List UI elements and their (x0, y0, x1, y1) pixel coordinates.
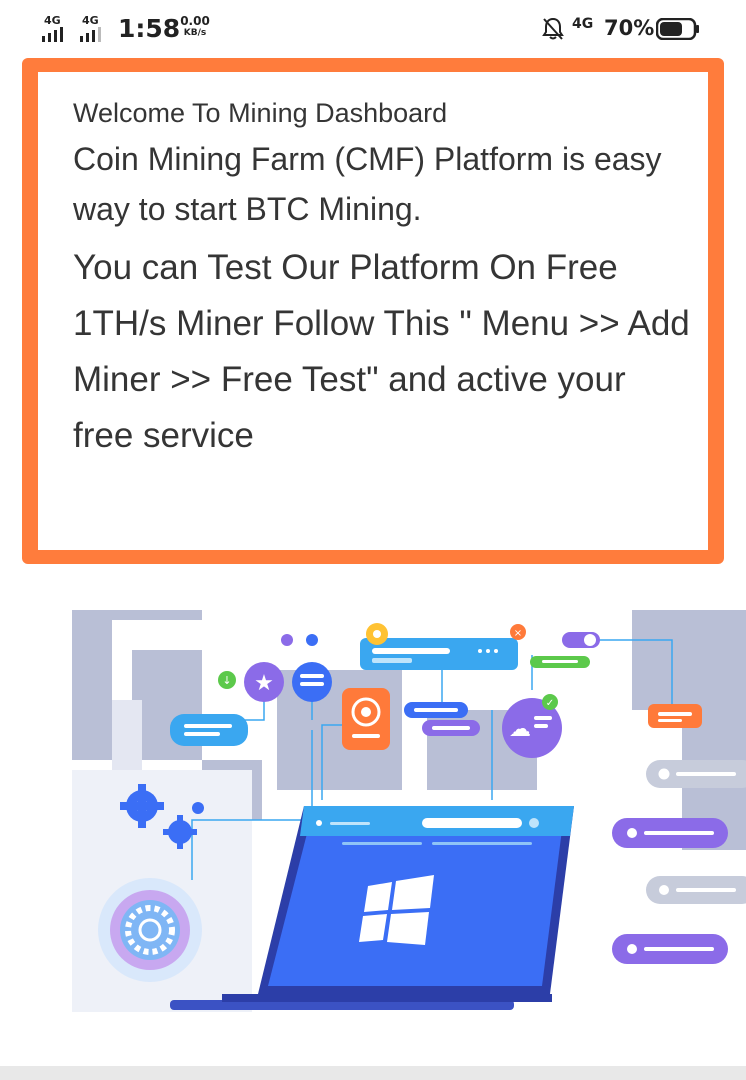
status-bar: 4G 4G 1:58 0.00 KB/s 4G 70% (0, 0, 746, 58)
svg-text:★: ★ (254, 671, 274, 696)
chat-bubble-graphic (170, 714, 248, 746)
signal-sim2-icon: 4G (80, 14, 114, 42)
speed-unit: KB/s (183, 28, 207, 38)
speed-value: 0.00 (180, 14, 210, 28)
sim1-network-label: 4G (44, 14, 61, 27)
sim2-network-label: 4G (82, 14, 99, 27)
battery-icon (656, 18, 699, 40)
svg-text:×: × (514, 628, 522, 639)
gear-card-graphic (342, 688, 390, 750)
page-bottom-divider (0, 1066, 746, 1080)
network-speed: 0.00 KB/s (178, 15, 212, 39)
instructions-text: You can Test Our Platform On Free 1TH/s … (73, 248, 690, 455)
bell-off-icon (542, 17, 564, 40)
data-network-label: 4G (572, 16, 594, 32)
laptop-windows-illustration: ↓ ★ × ☁ ✓ (72, 610, 746, 1012)
clock-small-icon (281, 634, 293, 646)
welcome-card: Welcome To Mining Dashboard Coin Mining … (22, 58, 724, 564)
welcome-heading: Welcome To Mining Dashboard (73, 98, 448, 128)
battery-percent: 70% (604, 16, 655, 40)
signal-sim1-icon: 4G (42, 14, 76, 42)
svg-text:↓: ↓ (222, 674, 231, 687)
intro-text: Coin Mining Farm (CMF) Platform is easy … (73, 141, 662, 227)
clock: 1:58 (118, 14, 181, 43)
welcome-card-body: Welcome To Mining Dashboard Coin Mining … (38, 72, 708, 550)
svg-text:✓: ✓ (546, 698, 554, 709)
clock-small-icon-2 (306, 634, 318, 646)
svg-text:☁: ☁ (509, 717, 531, 742)
